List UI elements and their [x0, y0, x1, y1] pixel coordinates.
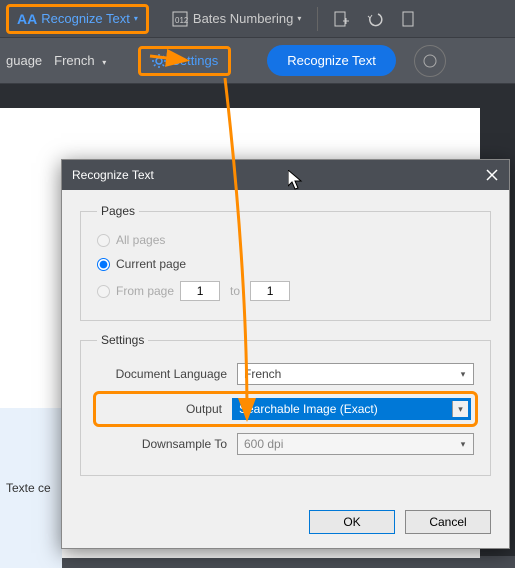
settings-fieldset: Settings Document Language French ▾ Outp…	[80, 333, 491, 476]
doc-language-select[interactable]: French ▾	[237, 363, 474, 385]
to-page-input[interactable]	[250, 281, 290, 301]
bates-numbering-label: Bates Numbering	[193, 11, 293, 26]
all-pages-label: All pages	[116, 233, 165, 247]
doc-language-row: Document Language French ▾	[97, 357, 474, 391]
output-value: Searchable Image (Exact)	[239, 402, 378, 416]
recognize-text-menu-label: Recognize Text	[41, 11, 130, 26]
to-label: to	[230, 284, 240, 298]
close-panel-button[interactable]	[414, 45, 446, 77]
close-icon	[486, 169, 498, 181]
doc-language-value: French	[244, 367, 281, 381]
downsample-row: Downsample To 600 dpi ▾	[97, 427, 474, 461]
undo-button[interactable]	[361, 5, 389, 33]
chevron-down-icon: ▾	[452, 401, 468, 417]
from-page-row[interactable]: From page to	[97, 276, 474, 306]
pages-fieldset: Pages All pages Current page From page t…	[80, 204, 491, 321]
document-sidebar-text: Texte ce	[0, 408, 62, 568]
current-page-row[interactable]: Current page	[97, 252, 474, 276]
recognize-text-icon: AA	[17, 11, 37, 27]
output-highlight: Output Searchable Image (Exact) ▾	[93, 391, 478, 427]
language-label: guage	[6, 53, 42, 68]
recognize-text-menu-button[interactable]: AA Recognize Text ▾	[6, 4, 149, 34]
bates-numbering-button[interactable]: 012 Bates Numbering ▾	[163, 6, 309, 32]
from-page-label: From page	[116, 284, 174, 298]
chevron-down-icon: ▾	[455, 366, 471, 382]
recognize-toolbar: guage French ▾ Settings Recognize Text	[0, 38, 515, 84]
output-label: Output	[100, 402, 232, 416]
svg-text:012: 012	[175, 16, 189, 25]
recognize-text-button-label: Recognize Text	[287, 53, 376, 68]
toolbar-separator	[317, 7, 318, 31]
dialog-close-button[interactable]	[481, 164, 503, 186]
chevron-down-icon: ▾	[297, 14, 301, 23]
all-pages-radio[interactable]	[97, 234, 110, 247]
pages-legend: Pages	[97, 204, 139, 218]
recognize-text-dialog: Recognize Text Pages All pages Current p…	[61, 159, 510, 549]
settings-button-label: Settings	[171, 53, 218, 68]
recognize-text-button[interactable]: Recognize Text	[267, 45, 396, 76]
bates-icon: 012	[171, 10, 189, 28]
downsample-value: 600 dpi	[244, 437, 283, 451]
current-page-radio[interactable]	[97, 258, 110, 271]
dialog-title-text: Recognize Text	[72, 168, 154, 182]
dialog-button-row: OK Cancel	[62, 500, 509, 544]
language-select-value: French	[54, 53, 94, 68]
ok-button[interactable]: OK	[309, 510, 395, 534]
settings-button[interactable]: Settings	[138, 46, 231, 76]
downsample-label: Downsample To	[97, 437, 237, 451]
chevron-down-icon: ▾	[455, 436, 471, 452]
dialog-titlebar[interactable]: Recognize Text	[62, 160, 509, 190]
chevron-down-icon: ▾	[134, 14, 138, 23]
gear-icon	[151, 53, 167, 69]
top-toolbar: AA Recognize Text ▾ 012 Bates Numbering …	[0, 0, 515, 38]
page-icon-button[interactable]	[395, 5, 423, 33]
add-page-button[interactable]	[327, 5, 355, 33]
doc-language-label: Document Language	[97, 367, 237, 381]
cancel-button[interactable]: Cancel	[405, 510, 491, 534]
chevron-down-icon: ▾	[102, 58, 106, 67]
settings-legend: Settings	[97, 333, 148, 347]
from-page-input[interactable]	[180, 281, 220, 301]
all-pages-row[interactable]: All pages	[97, 228, 474, 252]
language-select[interactable]: French ▾	[50, 49, 110, 72]
from-page-radio[interactable]	[97, 285, 110, 298]
current-page-label: Current page	[116, 257, 186, 271]
downsample-select[interactable]: 600 dpi ▾	[237, 433, 474, 455]
dialog-body: Pages All pages Current page From page t…	[62, 190, 509, 500]
output-select[interactable]: Searchable Image (Exact) ▾	[232, 398, 471, 420]
